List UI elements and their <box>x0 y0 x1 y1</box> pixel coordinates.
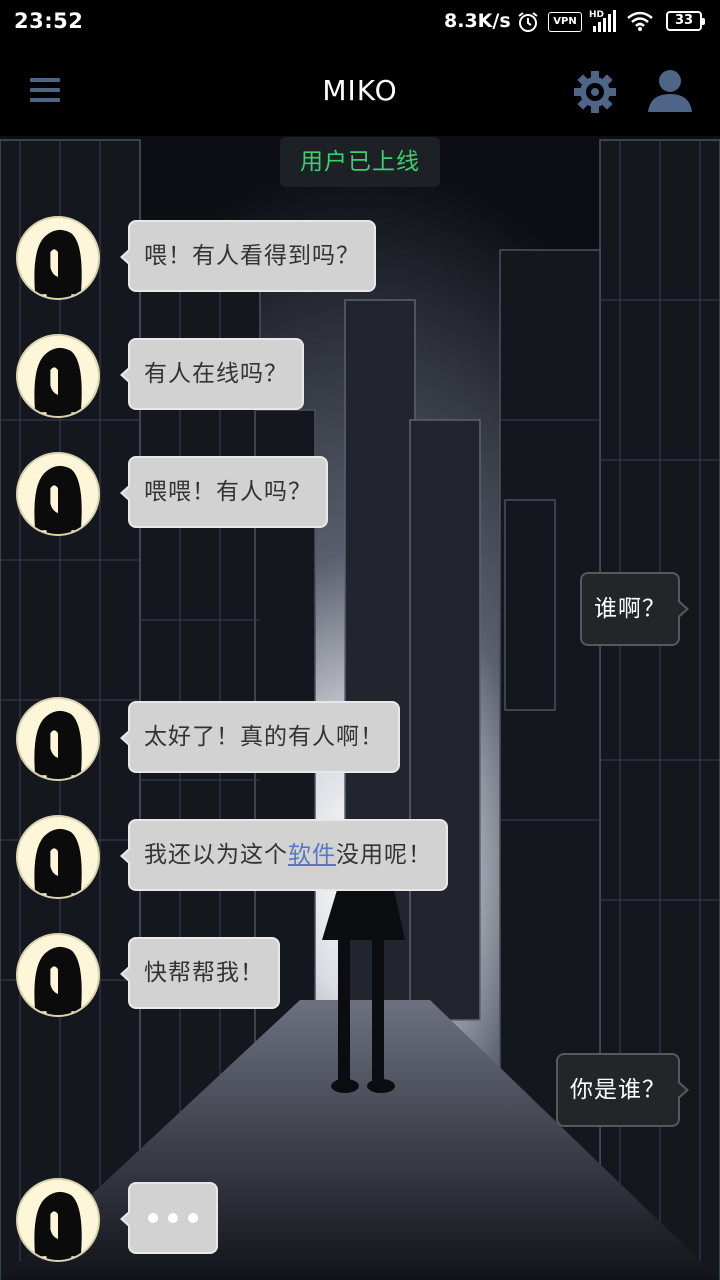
gear-icon[interactable] <box>572 69 618 115</box>
message-row: 你是谁？ <box>0 1053 720 1133</box>
miko-avatar[interactable] <box>16 697 100 781</box>
message-text: 我还以为这个 <box>144 842 288 868</box>
user-online-toast: 用户已上线 <box>280 137 440 187</box>
message-row: 谁啊？ <box>0 572 720 652</box>
vpn-icon: VPN <box>548 12 582 32</box>
incoming-message-bubble: 太好了！真的有人啊！ <box>120 701 400 773</box>
app-header: MIKO <box>0 44 720 136</box>
incoming-message-bubble: 喂！有人看得到吗？ <box>120 220 376 292</box>
incoming-message-bubble: 快帮帮我！ <box>120 937 280 1009</box>
outgoing-message-bubble: 你是谁？ <box>556 1053 689 1127</box>
miko-avatar[interactable] <box>16 815 100 899</box>
miko-avatar[interactable] <box>16 334 100 418</box>
miko-avatar[interactable] <box>16 216 100 300</box>
message-row: 太好了！真的有人啊！ <box>0 697 720 787</box>
user-icon[interactable] <box>646 68 694 114</box>
wifi-icon <box>627 11 653 31</box>
svg-text:HD: HD <box>589 10 604 20</box>
message-row: 有人在线吗？ <box>0 334 720 424</box>
message-row: 我还以为这个软件没用呢！ <box>0 815 720 905</box>
typing-indicator-bubble <box>120 1182 218 1254</box>
message-row: 喂！有人看得到吗？ <box>0 216 720 306</box>
incoming-message-bubble: 我还以为这个软件没用呢！ <box>120 819 448 891</box>
miko-avatar[interactable] <box>16 452 100 536</box>
message-row: 快帮帮我！ <box>0 933 720 1023</box>
network-speed: 8.3K/s <box>444 10 511 32</box>
message-text: 没用呢！ <box>336 842 432 868</box>
status-bar: 23:52 8.3K/s VPN HD 33 <box>0 0 720 44</box>
miko-avatar[interactable] <box>16 1178 100 1262</box>
incoming-message-bubble: 有人在线吗？ <box>120 338 304 410</box>
outgoing-message-bubble: 谁啊？ <box>580 572 689 646</box>
alarm-icon <box>518 12 538 32</box>
typing-dots-icon <box>144 1184 202 1252</box>
status-time: 23:52 <box>14 9 84 33</box>
battery-icon: 33 <box>666 11 705 31</box>
incoming-message-bubble: 喂喂！有人吗？ <box>120 456 328 528</box>
message-row <box>0 1178 720 1268</box>
miko-avatar[interactable] <box>16 933 100 1017</box>
message-row: 喂喂！有人吗？ <box>0 452 720 542</box>
software-link[interactable]: 软件 <box>288 842 336 868</box>
hd-signal-icon: HD <box>589 10 616 32</box>
